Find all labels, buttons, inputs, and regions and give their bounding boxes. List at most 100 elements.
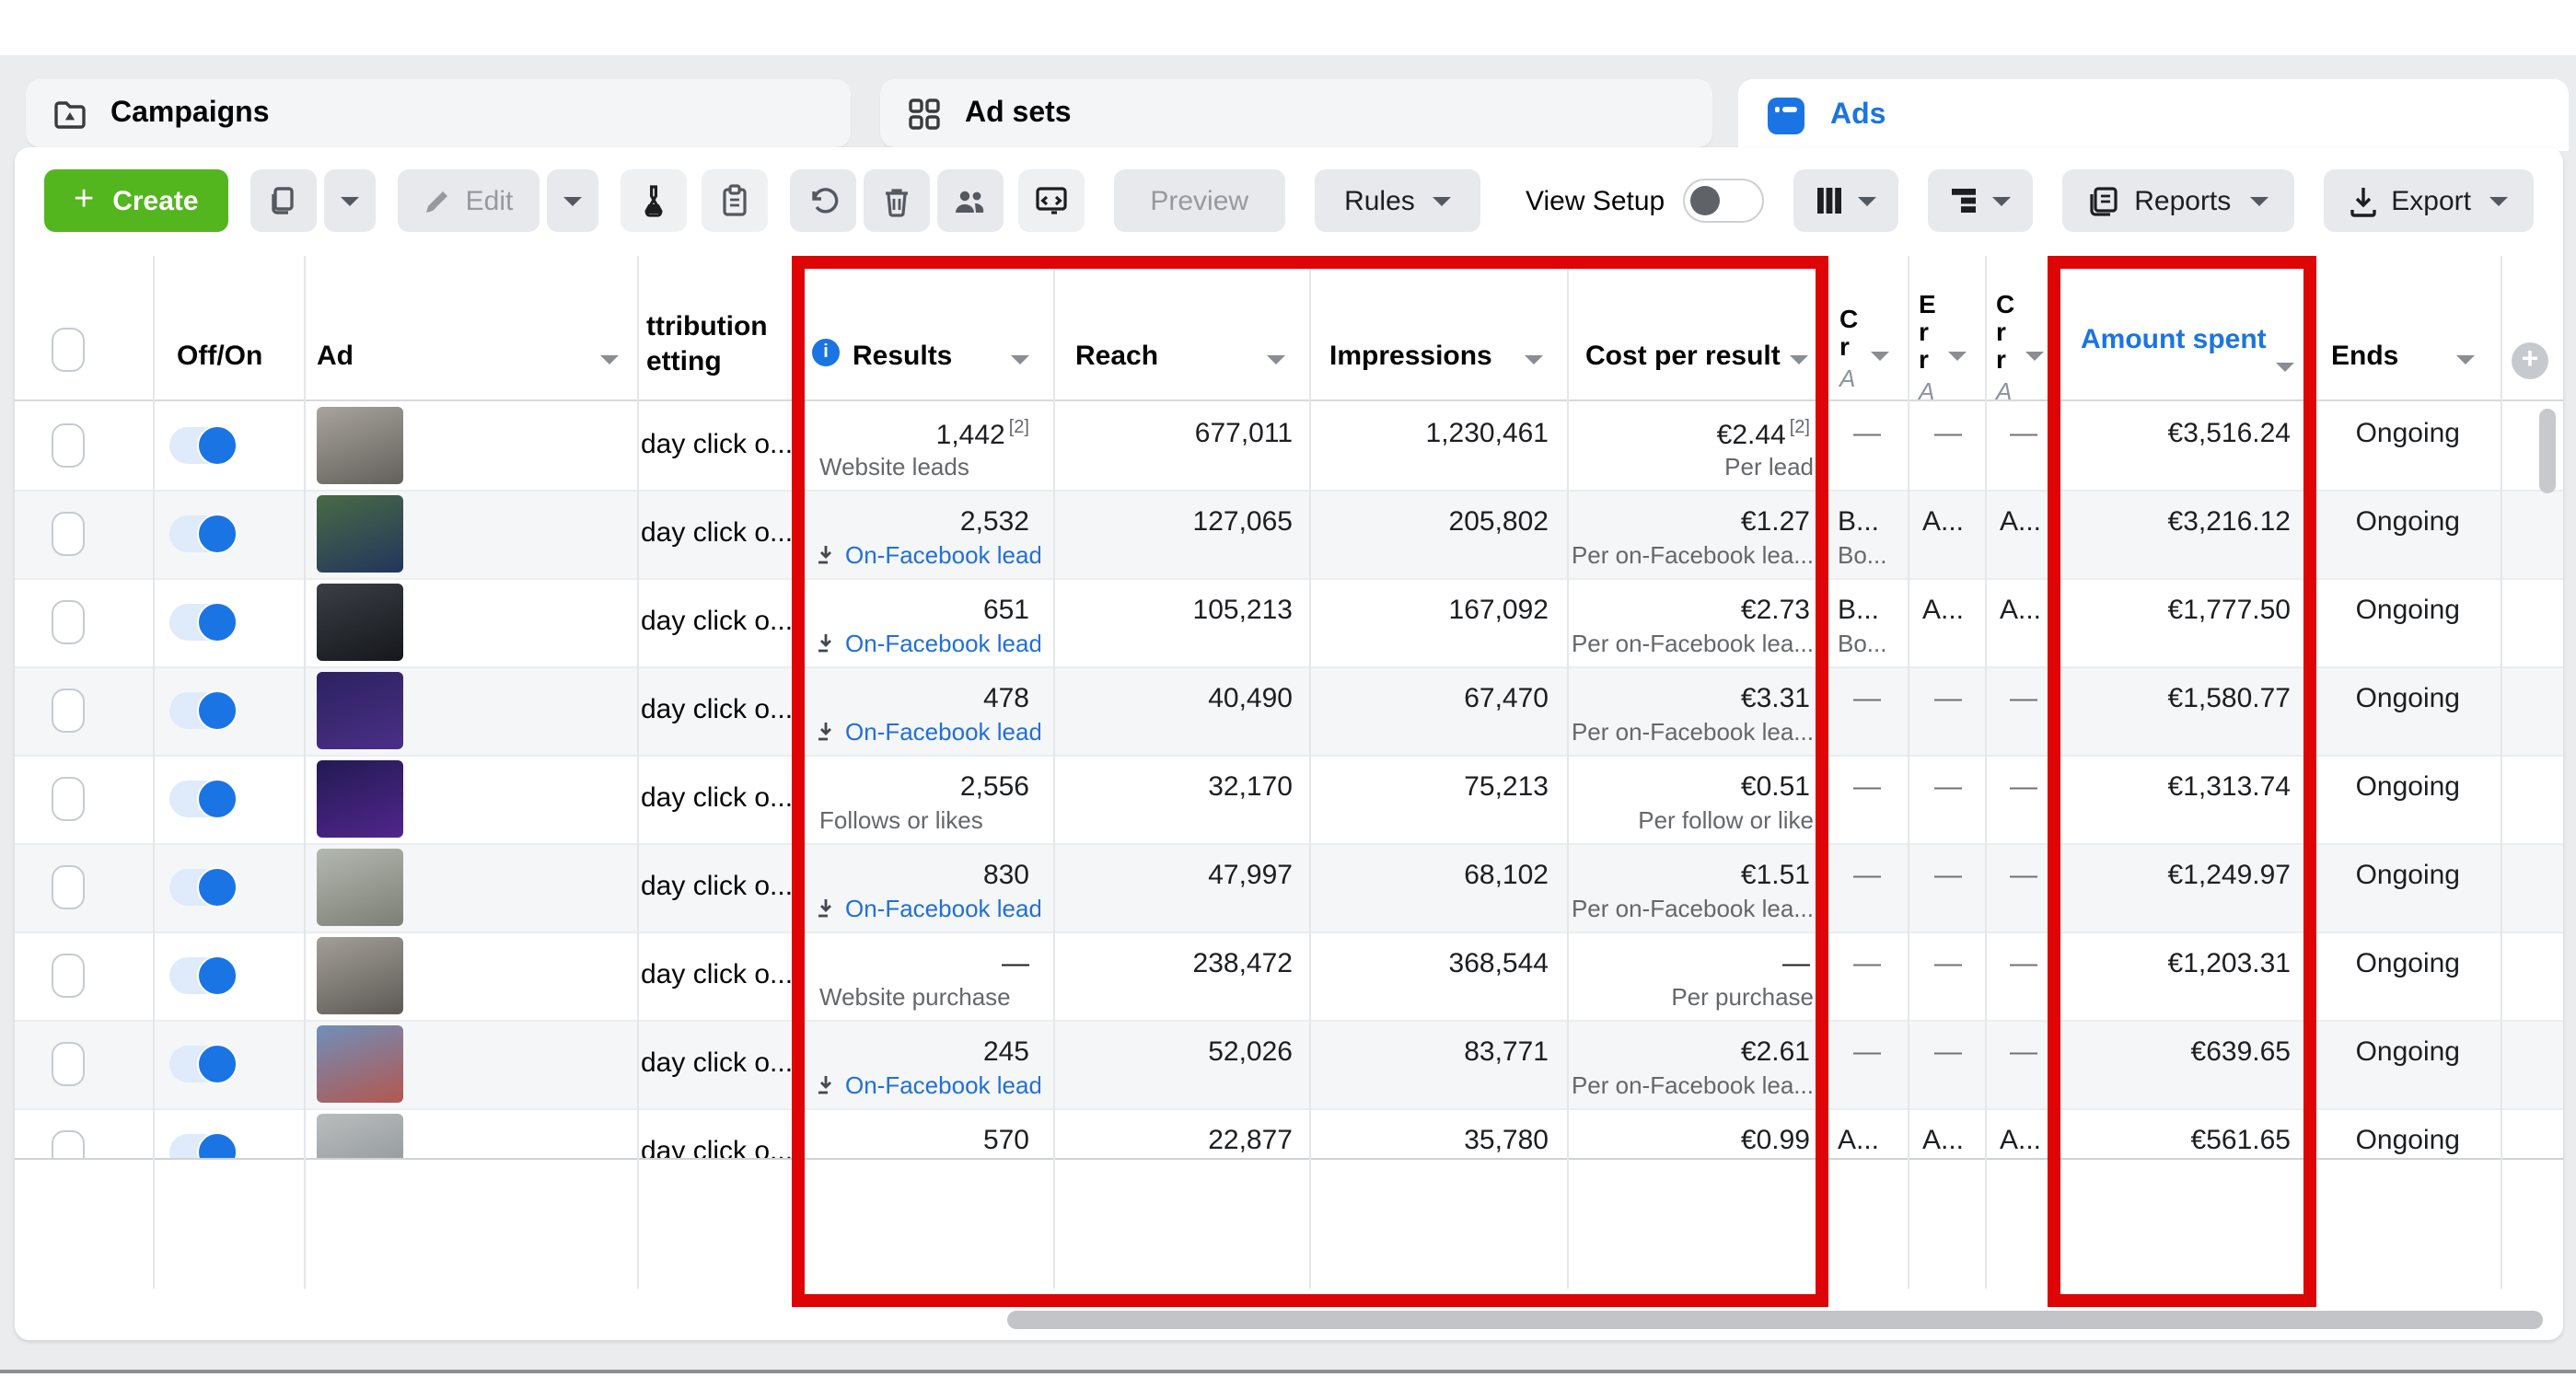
- export-button[interactable]: Export: [2323, 169, 2534, 232]
- reports-button[interactable]: Reports: [2062, 169, 2293, 232]
- ad-thumbnail[interactable]: [317, 495, 403, 573]
- reach-sort-caret-icon[interactable]: [1267, 355, 1285, 374]
- preview-button[interactable]: Preview: [1113, 169, 1285, 232]
- narrow-1-caret-icon[interactable]: [1871, 352, 1889, 370]
- narrow-3-caret-icon[interactable]: [2025, 352, 2044, 370]
- column-header-narrow-1[interactable]: C r: [1839, 306, 1858, 361]
- amount-spent-sort-caret-icon[interactable]: [2276, 363, 2294, 381]
- reach-cell: 105,213: [1053, 595, 1293, 626]
- column-header-ends[interactable]: Ends: [2331, 341, 2398, 372]
- results-type-link[interactable]: On-Facebook leads: [816, 541, 1040, 569]
- edit-menu-button[interactable]: [546, 169, 598, 232]
- narrow-cell-1-sub: Bo...: [1838, 630, 1908, 657]
- tab-campaigns[interactable]: Campaigns: [26, 79, 851, 147]
- ad-status-toggle[interactable]: [169, 515, 236, 552]
- ad-status-toggle[interactable]: [169, 957, 236, 994]
- ad-status-toggle[interactable]: [169, 869, 236, 906]
- results-type-label[interactable]: On-Facebook leads: [845, 541, 1040, 569]
- results-info-icon[interactable]: i: [812, 339, 840, 366]
- ad-thumbnail[interactable]: [317, 1025, 403, 1103]
- column-header-reach[interactable]: Reach: [1075, 341, 1158, 372]
- reach-cell: 40,490: [1053, 683, 1293, 714]
- edit-button[interactable]: Edit: [398, 169, 540, 232]
- narrow-cell-1: B...: [1838, 506, 1908, 538]
- results-type-link[interactable]: On-Facebook leads: [816, 718, 1040, 746]
- row-checkbox[interactable]: [52, 688, 85, 733]
- clipboard-icon-button[interactable]: [701, 169, 767, 232]
- pixel-events-icon-button[interactable]: [1017, 169, 1084, 232]
- ad-status-toggle[interactable]: [169, 427, 236, 464]
- impressions-cell: 167,092: [1309, 595, 1549, 626]
- ad-thumbnail[interactable]: [317, 760, 403, 838]
- ad-status-toggle[interactable]: [169, 1046, 236, 1082]
- results-type-label[interactable]: On-Facebook leads: [845, 1071, 1040, 1099]
- narrow-cell-2: A...: [1922, 595, 1985, 626]
- ends-sort-caret-icon[interactable]: [2456, 355, 2475, 374]
- results-sort-caret-icon[interactable]: [1011, 355, 1029, 374]
- column-header-narrow-2[interactable]: E r r: [1919, 291, 1937, 374]
- columns-button[interactable]: [1793, 169, 1898, 232]
- results-type-link[interactable]: On-Facebook leads: [816, 1071, 1040, 1099]
- results-cell: 2,556: [797, 771, 1029, 803]
- ad-status-toggle[interactable]: [169, 604, 236, 641]
- duplicate-button[interactable]: [250, 169, 317, 232]
- results-type-label[interactable]: On-Facebook leads: [845, 718, 1040, 746]
- narrow-2-caret-icon[interactable]: [1948, 352, 1967, 370]
- row-checkbox[interactable]: [52, 423, 85, 468]
- select-all-checkbox[interactable]: [52, 328, 85, 372]
- ad-thumbnail[interactable]: [317, 937, 403, 1014]
- column-header-results[interactable]: Results: [853, 341, 952, 372]
- ad-thumbnail[interactable]: [317, 584, 403, 661]
- tab-ads[interactable]: Ads: [1738, 79, 2569, 151]
- column-header-attribution-setting[interactable]: ttribution etting: [646, 309, 768, 379]
- row-checkbox[interactable]: [52, 865, 85, 909]
- row-checkbox[interactable]: [52, 1042, 85, 1086]
- duplicate-menu-button[interactable]: [324, 169, 376, 232]
- toggle-knob: [197, 867, 238, 908]
- column-header-cost-per-result[interactable]: Cost per result: [1585, 341, 1781, 372]
- ad-status-toggle[interactable]: [169, 692, 236, 729]
- attribution-setting-cell: day click o...: [641, 1020, 795, 1108]
- impressions-sort-caret-icon[interactable]: [1525, 355, 1543, 374]
- tab-ads-label: Ads: [1830, 98, 1886, 132]
- create-button[interactable]: + Create: [44, 169, 228, 232]
- tab-ad-sets[interactable]: Ad sets: [880, 79, 1712, 147]
- horizontal-scrollbar[interactable]: [1007, 1311, 2543, 1329]
- narrow-cell-1-sub: Bo...: [1838, 541, 1908, 569]
- ad-status-toggle[interactable]: [169, 781, 236, 817]
- audiences-people-icon-button[interactable]: [936, 169, 1003, 232]
- cost-sort-caret-icon[interactable]: [1790, 355, 1808, 374]
- column-header-ad[interactable]: Ad: [317, 341, 354, 372]
- ad-thumbnail[interactable]: [317, 407, 403, 484]
- rules-button[interactable]: Rules: [1315, 169, 1481, 232]
- ad-sort-caret-icon[interactable]: [600, 355, 619, 374]
- column-header-amount-spent[interactable]: Amount spent: [2081, 324, 2267, 355]
- row-checkbox[interactable]: [52, 600, 85, 644]
- column-header-off-on[interactable]: Off/On: [177, 341, 262, 372]
- delete-trash-icon-button[interactable]: [863, 169, 929, 232]
- attribution-header-line2: etting: [646, 344, 768, 379]
- results-type-label[interactable]: On-Facebook leads: [845, 895, 1040, 922]
- narrow-cell-1: —: [1827, 683, 1908, 714]
- add-column-button[interactable]: +: [2512, 342, 2548, 379]
- column-header-narrow-3[interactable]: C r r: [1996, 291, 2014, 374]
- results-type-link[interactable]: On-Facebook leads: [816, 630, 1040, 657]
- breakdown-button[interactable]: [1928, 169, 2033, 232]
- ad-thumbnail[interactable]: [317, 849, 403, 926]
- column-header-impressions[interactable]: Impressions: [1329, 341, 1492, 372]
- results-type-link[interactable]: On-Facebook leads: [816, 895, 1040, 922]
- vertical-scrollbar[interactable]: [2539, 409, 2556, 493]
- amount-spent-cell: €1,580.77: [2059, 683, 2291, 714]
- view-setup-toggle[interactable]: [1683, 179, 1764, 223]
- ab-test-flask-icon-button[interactable]: [620, 169, 686, 232]
- cost-value[interactable]: €2.44: [1717, 420, 1786, 451]
- row-checkbox[interactable]: [52, 512, 85, 556]
- narrow-cell-2: —: [1911, 860, 1985, 891]
- narrow-cell-3: A...: [2000, 1125, 2059, 1156]
- ad-thumbnail[interactable]: [317, 672, 403, 749]
- row-checkbox[interactable]: [52, 954, 85, 998]
- results-type-label[interactable]: On-Facebook leads: [845, 630, 1040, 657]
- row-checkbox[interactable]: [52, 777, 85, 821]
- results-value[interactable]: 1,442: [936, 420, 1005, 451]
- undo-icon-button[interactable]: [789, 169, 855, 232]
